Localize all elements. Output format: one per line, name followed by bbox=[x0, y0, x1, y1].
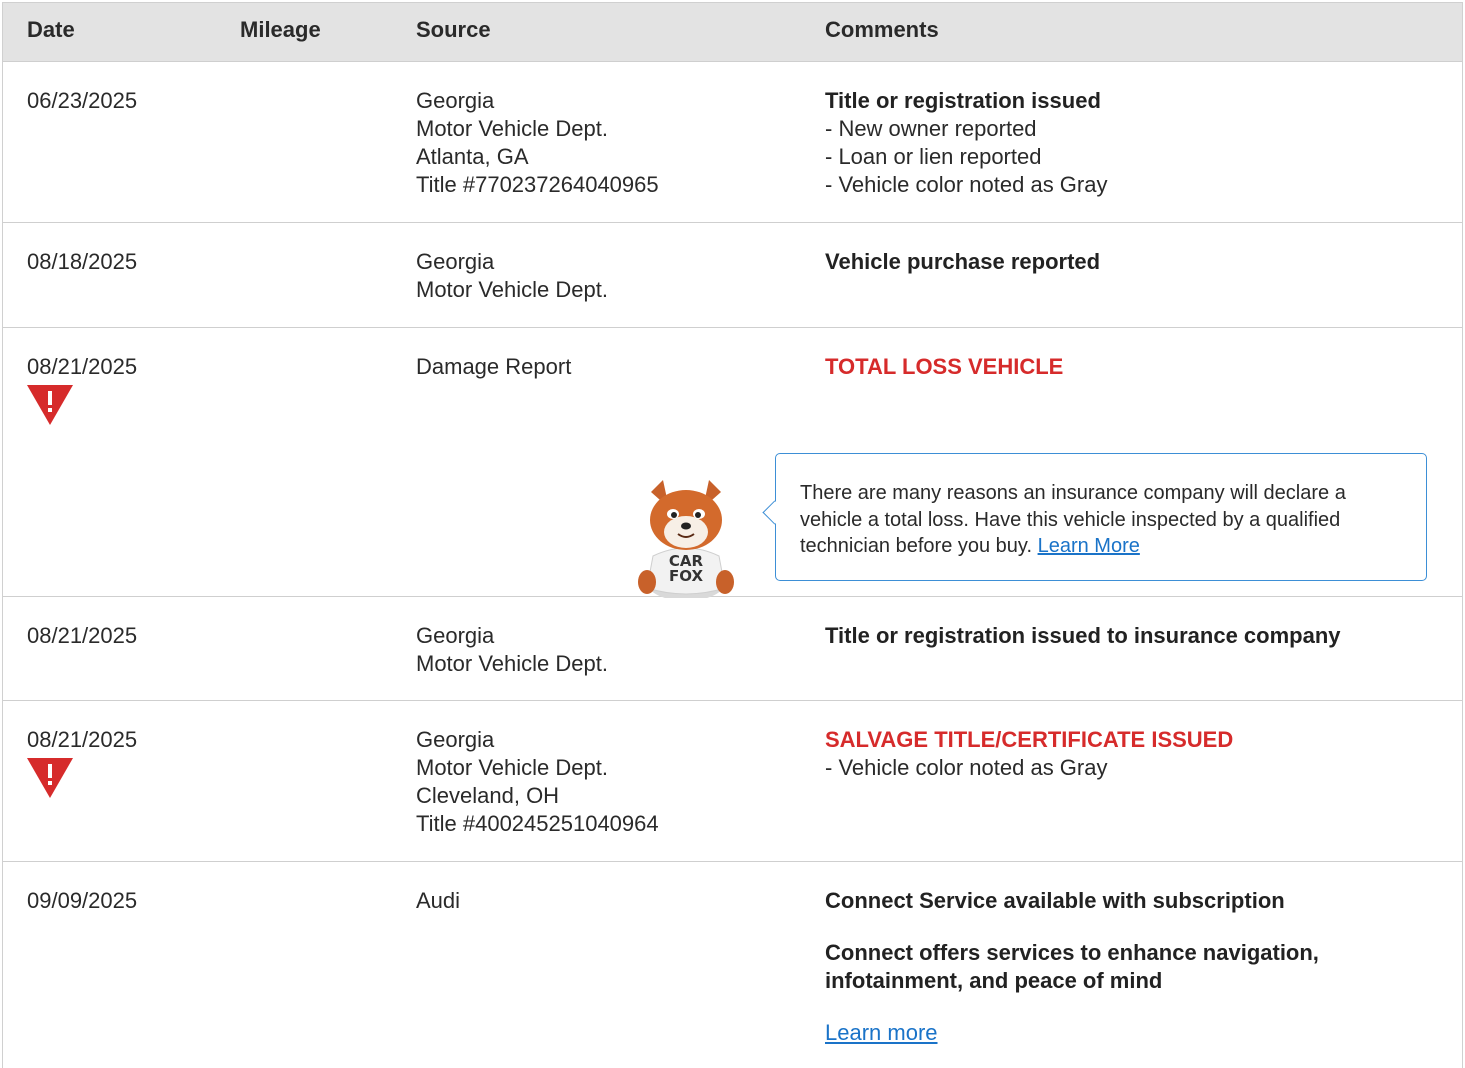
row-date: 06/23/2025 bbox=[27, 88, 138, 113]
row-comments: Connect Service available with subscript… bbox=[825, 887, 1385, 1047]
source-line: Georgia bbox=[416, 249, 495, 274]
table-row: 08/21/2025 Damage Report TOTAL LOSS VEHI… bbox=[3, 328, 1462, 598]
table-row: 06/23/2025 Georgia Motor Vehicle Dept. A… bbox=[3, 62, 1462, 223]
mascot-shirt-line: FOX bbox=[669, 567, 703, 585]
comment-title: Vehicle purchase reported bbox=[825, 249, 1101, 274]
comment-detail: - New owner reported bbox=[825, 116, 1037, 141]
warning-triangle-icon bbox=[27, 385, 73, 425]
row-source: Georgia Motor Vehicle Dept. bbox=[416, 622, 608, 678]
header-date: Date bbox=[27, 17, 75, 42]
row-date: 08/21/2025 bbox=[27, 623, 138, 648]
table-row: 08/21/2025 Georgia Motor Vehicle Dept. T… bbox=[3, 597, 1462, 701]
tooltip-text: There are many reasons an insurance comp… bbox=[800, 480, 1390, 560]
row-date: 08/18/2025 bbox=[27, 249, 138, 274]
source-line: Motor Vehicle Dept. bbox=[416, 651, 608, 676]
source-line: Georgia bbox=[416, 88, 495, 113]
comment-subtitle: Connect offers services to enhance navig… bbox=[825, 940, 1319, 993]
total-loss-tooltip: There are many reasons an insurance comp… bbox=[762, 453, 1427, 581]
date-text: 08/21/2025 bbox=[27, 354, 138, 379]
table-header: Date Mileage Source Comments bbox=[3, 3, 1462, 62]
header-source: Source bbox=[416, 17, 491, 42]
source-line: Motor Vehicle Dept. bbox=[416, 755, 608, 780]
warning-triangle-icon bbox=[27, 758, 73, 798]
row-comments: TOTAL LOSS VEHICLE bbox=[825, 353, 1063, 381]
source-line: Cleveland, OH bbox=[416, 783, 560, 808]
tooltip-arrow bbox=[762, 500, 787, 525]
row-source: Georgia Motor Vehicle Dept. Atlanta, GA … bbox=[416, 87, 659, 199]
source-line: Motor Vehicle Dept. bbox=[416, 277, 608, 302]
comment-title-alert: SALVAGE TITLE/CERTIFICATE ISSUED bbox=[825, 727, 1234, 752]
vehicle-history-table: Date Mileage Source Comments 06/23/2025 … bbox=[2, 2, 1463, 1068]
source-line: Motor Vehicle Dept. bbox=[416, 116, 608, 141]
header-comments: Comments bbox=[825, 17, 939, 42]
row-source: Georgia Motor Vehicle Dept. Cleveland, O… bbox=[416, 726, 659, 838]
comment-detail: - Vehicle color noted as Gray bbox=[825, 755, 1108, 780]
source-line: Atlanta, GA bbox=[416, 144, 529, 169]
row-comments: SALVAGE TITLE/CERTIFICATE ISSUED - Vehic… bbox=[825, 726, 1233, 782]
row-date: 09/09/2025 bbox=[27, 888, 138, 913]
date-text: 08/21/2025 bbox=[27, 727, 138, 752]
source-line: Georgia bbox=[416, 727, 495, 752]
row-comments: Title or registration issued to insuranc… bbox=[825, 622, 1341, 650]
comment-detail: - Vehicle color noted as Gray bbox=[825, 172, 1108, 197]
learn-more-link[interactable]: Learn more bbox=[825, 1020, 938, 1045]
comment-detail: - Loan or lien reported bbox=[825, 144, 1042, 169]
comment-title-alert: TOTAL LOSS VEHICLE bbox=[825, 354, 1064, 379]
row-source: Damage Report bbox=[416, 353, 571, 381]
comment-title: Title or registration issued bbox=[825, 88, 1101, 113]
learn-more-link[interactable]: Learn More bbox=[1038, 535, 1140, 557]
row-date: 08/21/2025 bbox=[27, 353, 137, 425]
source-line: Georgia bbox=[416, 623, 495, 648]
row-date: 08/21/2025 bbox=[27, 726, 137, 798]
source-line: Title #400245251040964 bbox=[416, 811, 659, 836]
row-source: Audi bbox=[416, 887, 460, 915]
row-source: Georgia Motor Vehicle Dept. bbox=[416, 248, 608, 304]
table-row: 08/18/2025 Georgia Motor Vehicle Dept. V… bbox=[3, 223, 1462, 328]
source-line: Title #770237264040965 bbox=[416, 172, 659, 197]
table-row: 09/09/2025 Audi Connect Service availabl… bbox=[3, 862, 1462, 1068]
source-line: Damage Report bbox=[416, 354, 572, 379]
header-mileage: Mileage bbox=[240, 17, 321, 42]
row-comments: Title or registration issued - New owner… bbox=[825, 87, 1107, 199]
source-line: Audi bbox=[416, 888, 461, 913]
comment-title: Title or registration issued to insuranc… bbox=[825, 623, 1341, 648]
comment-title: Connect Service available with subscript… bbox=[825, 888, 1285, 913]
row-comments: Vehicle purchase reported bbox=[825, 248, 1100, 276]
carfox-mascot-icon: CAR FOX bbox=[638, 480, 734, 598]
table-row: 08/21/2025 Georgia Motor Vehicle Dept. C… bbox=[3, 701, 1462, 862]
